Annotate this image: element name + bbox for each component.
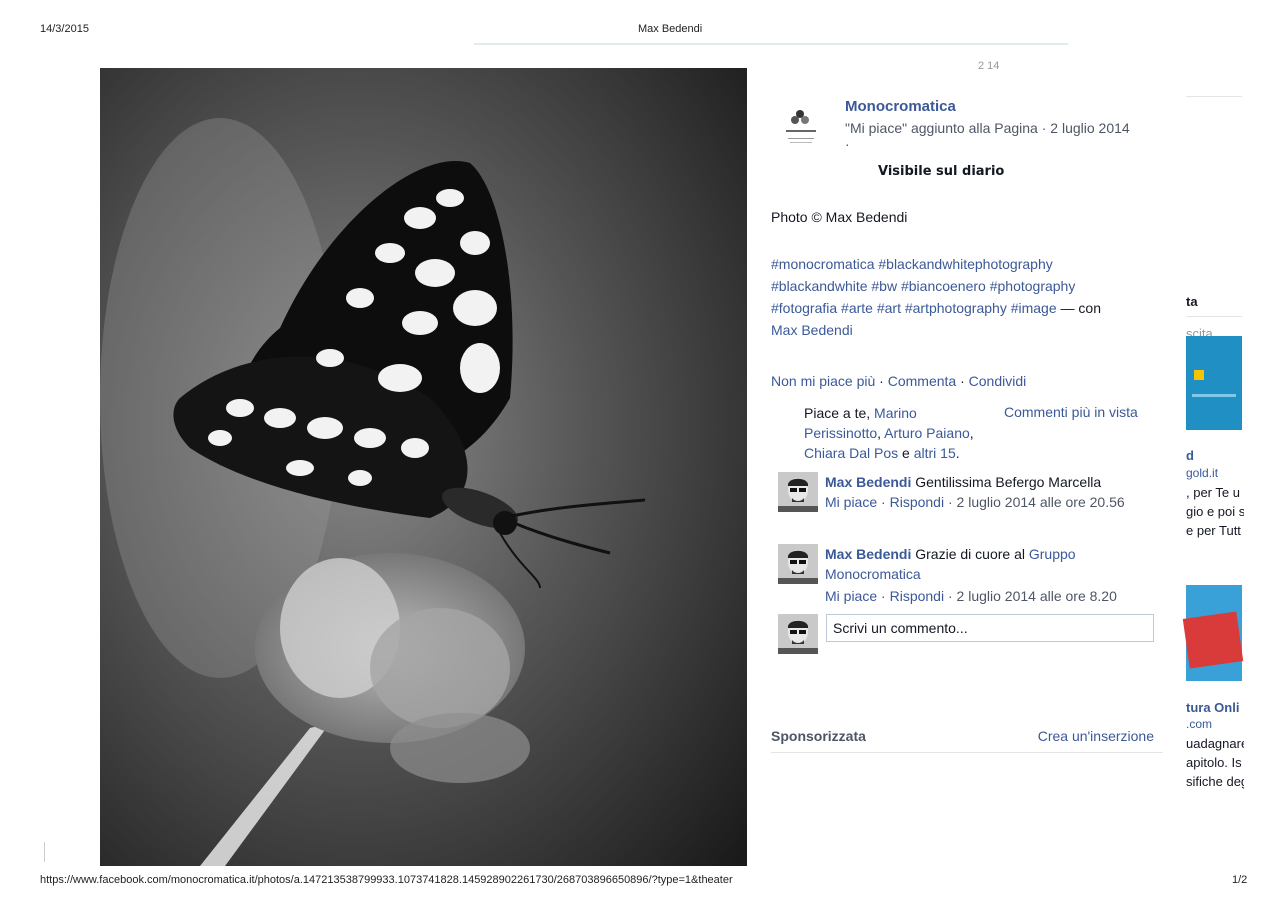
print-url: https://www.facebook.com/monocromatica.i… <box>40 874 733 886</box>
page-number: 1/2 <box>1232 874 1248 886</box>
ad1-title[interactable]: d <box>1186 448 1244 463</box>
ad-image-1[interactable] <box>1186 336 1242 430</box>
ad-logo-icon <box>1194 370 1204 380</box>
likes-end: . <box>955 445 960 461</box>
action-sep: · <box>875 373 888 389</box>
user-portrait-icon <box>778 472 818 512</box>
with-text: — con <box>1056 300 1101 316</box>
right-divider <box>1186 96 1242 97</box>
left-edge-line <box>44 842 45 862</box>
ad1-line-3: e per Tutt <box>1186 523 1241 538</box>
print-title: Max Bedendi <box>638 23 703 35</box>
comment-author-link[interactable]: Max Bedendi <box>825 546 911 562</box>
right-heading: ta <box>1186 294 1198 309</box>
comment-author-link[interactable]: Max Bedendi <box>825 474 911 490</box>
likes-and: e <box>898 445 914 461</box>
action-sep: · <box>956 373 969 389</box>
hashtag-line-1[interactable]: #monocromatica #blackandwhitephotography <box>771 256 1053 272</box>
ad1-line-1: , per Te u <box>1186 485 1240 500</box>
ad2-title[interactable]: tura Onli <box>1186 700 1244 715</box>
ad-banner-graphic <box>1182 611 1244 669</box>
right-divider <box>1186 316 1242 317</box>
share-button[interactable]: Condividi <box>969 373 1027 389</box>
page-avatar[interactable] <box>776 98 832 154</box>
hashtag-line-3[interactable]: #fotografia #arte #art #artphotography #… <box>771 300 1057 316</box>
liker-link-2[interactable]: Arturo Paiano <box>884 425 970 441</box>
post-meta: "Mi piace" aggiunto alla Pagina · 2 lugl… <box>845 120 1130 136</box>
likes-prefix: Piace a te, <box>804 405 875 421</box>
post-actions: Non mi piace più · Commenta · Condividi <box>771 373 1026 389</box>
likes-others-link[interactable]: altri 15 <box>914 445 956 461</box>
post-photo[interactable] <box>100 68 747 866</box>
unlike-button[interactable]: Non mi piace più <box>771 373 875 389</box>
ad1-line-2: gio e poi s <box>1186 504 1244 519</box>
comment-item: Max Bedendi Gentilissima Befergo Marcell… <box>825 474 1125 510</box>
top-counter: 2 14 <box>978 60 1000 72</box>
page-name-link[interactable]: Monocromatica <box>845 98 956 115</box>
comment-like-button[interactable]: Mi piace <box>825 494 877 510</box>
butterfly-photo-image <box>100 68 747 866</box>
comment-reply-button[interactable]: Rispondi <box>890 494 944 510</box>
meta-dot: · <box>845 136 850 152</box>
comment-timestamp[interactable]: 2 luglio 2014 alle ore 20.56 <box>957 494 1125 510</box>
top-nav-bar <box>474 43 1068 45</box>
comment-avatar[interactable] <box>778 544 818 584</box>
comment-like-button[interactable]: Mi piace <box>825 588 877 604</box>
comment-item: Max Bedendi Grazie di cuore al Gruppo Mo… <box>825 546 1117 604</box>
tagged-person-link[interactable]: Max Bedendi <box>771 322 853 338</box>
user-portrait-icon <box>778 614 818 654</box>
sponsored-header: Sponsorizzata Crea un'inserzione <box>771 728 1163 753</box>
likes-comma-2: , <box>969 425 974 441</box>
comment-button[interactable]: Commenta <box>888 373 956 389</box>
likes-summary: Piace a te, Marino Perissinotto, Arturo … <box>804 403 994 463</box>
hashtag-line-2[interactable]: #blackandwhite #bw #biancoenero #photogr… <box>771 278 1075 294</box>
liker-link-3[interactable]: Chiara Dal Pos <box>804 445 898 461</box>
visibility-label[interactable]: Visibile sul diario <box>878 164 1004 179</box>
comment-input[interactable]: Scrivi un commento... <box>826 614 1154 642</box>
ad1-domain[interactable]: gold.it <box>1186 466 1244 480</box>
print-date: 14/3/2015 <box>40 23 89 35</box>
my-avatar <box>778 614 818 654</box>
ad2-line-1: uadagnare <box>1186 736 1244 751</box>
ad2-domain[interactable]: .com <box>1186 717 1244 731</box>
comment-avatar[interactable] <box>778 472 818 512</box>
post-hashtags: #monocromatica #blackandwhitephotography… <box>771 253 1171 341</box>
most-relevant-comments-toggle[interactable]: Commenti più in vista <box>1004 404 1138 420</box>
comment-text: Grazie di cuore al <box>915 546 1029 562</box>
ad-image-2[interactable] <box>1182 585 1244 681</box>
ad2-line-2: apitolo. Is <box>1186 755 1242 770</box>
sponsored-label: Sponsorizzata <box>771 728 866 744</box>
comment-timestamp[interactable]: 2 luglio 2014 alle ore 8.20 <box>957 588 1117 604</box>
create-ad-link[interactable]: Crea un'inserzione <box>1038 728 1154 744</box>
ad2-line-3: sifiche deg <box>1186 774 1244 789</box>
comment-reply-button[interactable]: Rispondi <box>890 588 944 604</box>
post-caption: Photo © Max Bedendi <box>771 209 908 225</box>
user-portrait-icon <box>778 544 818 584</box>
monocromatica-logo-icon <box>786 110 816 143</box>
ad-banner-line <box>1192 394 1236 397</box>
comment-text: Gentilissima Befergo Marcella <box>915 474 1102 490</box>
